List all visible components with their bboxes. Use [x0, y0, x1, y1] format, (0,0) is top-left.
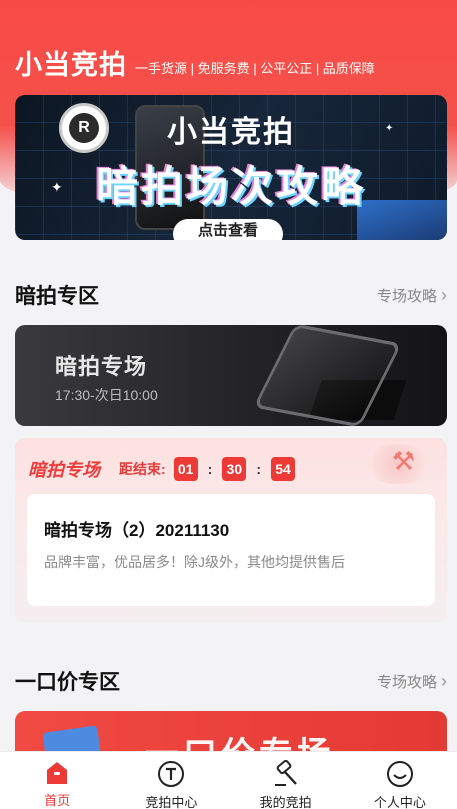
tab-label: 个人中心 [373, 795, 426, 809]
countdown-hours: 01 [173, 457, 198, 481]
auction-center-icon [156, 760, 186, 788]
dark-section-guide-link[interactable]: 专场攻略 › [377, 285, 447, 306]
section-title: 暗拍专区 [15, 285, 99, 308]
tab-home[interactable]: 首页 [0, 752, 114, 809]
dark-section-header: 暗拍专区 专场攻略 › [15, 280, 447, 310]
chevron-right-icon: › [441, 670, 447, 691]
banner-view-button[interactable]: 点击查看 [173, 219, 283, 240]
auction-label: 暗拍专场 [28, 460, 100, 480]
guide-link-label: 专场攻略 [376, 287, 437, 305]
guide-link-label: 专场攻略 [376, 673, 437, 691]
chevron-right-icon: › [441, 284, 447, 305]
countdown-minutes: 30 [222, 457, 247, 481]
app-title: 小当竞拍 [15, 50, 127, 80]
tab-auction-center[interactable]: 竞拍中心 [114, 752, 228, 809]
auction-description: 品牌丰富，优品居多！除J级外，其他均提供售后 [44, 554, 345, 570]
hammer-icon [271, 760, 301, 788]
fixed-section-header: 一口价专区 专场攻略 › [15, 666, 447, 696]
countdown-label: 距结束: [119, 461, 166, 477]
tab-label: 我的竞拍 [259, 795, 312, 809]
countdown-seconds: 54 [271, 457, 296, 481]
tab-label: 竞拍中心 [145, 795, 198, 809]
dark-auction-card[interactable]: 暗拍专场 17:30-次日10:00 [15, 325, 447, 426]
dark-card-time: 17:30-次日10:00 [55, 387, 158, 403]
promo-banner[interactable]: R ✦ ✦ 小当竞拍 暗拍场次攻略 点击查看 [15, 95, 447, 240]
tab-my-auction[interactable]: 我的竞拍 [229, 752, 343, 809]
brand-tags: 一手货源 | 免服务费 | 公平公正 | 品质保障 [135, 61, 375, 76]
banner-subtitle: 暗拍场次攻略 [95, 163, 366, 210]
brand-row: 小当竞拍 一手货源 | 免服务费 | 公平公正 | 品质保障 [15, 50, 375, 80]
banner-title: 小当竞拍 [167, 116, 295, 149]
countdown: 距结束: 01 : 30 : 54 [119, 457, 296, 481]
section-title: 一口价专区 [15, 671, 120, 694]
tab-profile[interactable]: 个人中心 [343, 752, 457, 809]
auction-info-panel[interactable]: 暗拍专场（2）20211130 品牌丰富，优品居多！除J级外，其他均提供售后 [27, 494, 435, 606]
dark-card-title: 暗拍专场 [55, 354, 148, 379]
auction-name: 暗拍专场（2）20211130 [44, 521, 230, 540]
profile-icon [385, 760, 415, 788]
tab-label: 首页 [44, 793, 71, 808]
home-icon [42, 760, 72, 786]
bottom-tabbar: 首页 竞拍中心 我的竞拍 个人中心 [0, 751, 457, 809]
auction-session-card[interactable]: ⚒ 暗拍专场 距结束: 01 : 30 : 54 暗拍专场（2）20211130… [15, 438, 447, 623]
hammer-icon: ⚒ [391, 446, 415, 476]
fixed-section-guide-link[interactable]: 专场攻略 › [377, 671, 447, 692]
